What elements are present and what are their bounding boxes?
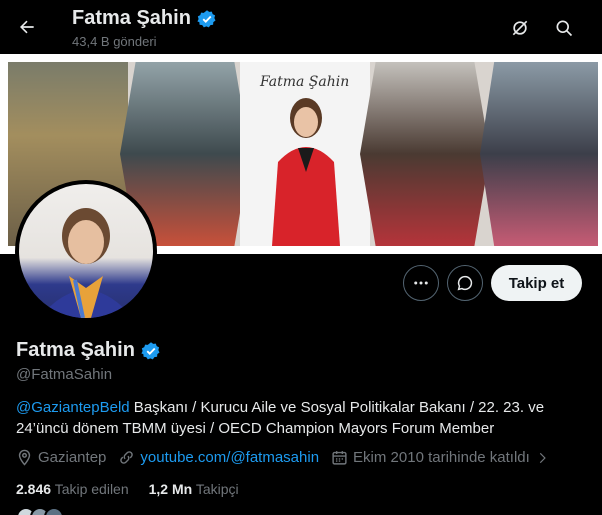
search-button[interactable] — [549, 13, 579, 43]
location-item: Gaziantep — [16, 449, 106, 466]
profile-meta: Gaziantep youtube.com/@fatmasahin Ekim 2… — [16, 449, 561, 466]
followers-stat[interactable]: 1,2 Mn Takipçi — [149, 481, 239, 497]
header-name: Fatma Şahin — [72, 7, 191, 29]
joined-item: Ekim 2010 tarihinde katıldı — [331, 449, 549, 466]
verified-badge-icon — [197, 9, 216, 27]
follow-button[interactable]: Takip et — [491, 265, 582, 301]
website-item: youtube.com/@fatmasahin — [118, 449, 319, 466]
search-icon — [556, 20, 573, 37]
link-icon — [120, 451, 134, 464]
posts-count: 43,4 B gönderi — [72, 34, 157, 49]
lock-slash-icon — [512, 20, 528, 36]
location-text: Gaziantep — [38, 449, 107, 466]
avatar-figure — [39, 208, 133, 318]
website-link[interactable]: youtube.com/@fatmasahin — [140, 449, 319, 466]
arrow-left-icon — [20, 20, 34, 34]
banner-signature: Fatma Şahin — [260, 74, 350, 90]
banner-photo-children — [480, 62, 598, 246]
joined-text: Ekim 2010 tarihinde katıldı — [353, 449, 530, 466]
profile-bio: @GaziantepBeld Başkanı / Kurucu Aile ve … — [16, 397, 576, 439]
avatar[interactable] — [15, 180, 157, 322]
profile-handle: @FatmaSahin — [16, 366, 113, 383]
following-stat[interactable]: 2.846 Takip edilen — [16, 481, 129, 497]
back-button[interactable] — [10, 10, 44, 44]
following-count: 2.846 — [16, 481, 52, 497]
mutual-followers-avatars[interactable] — [16, 507, 64, 515]
calendar-icon — [332, 451, 347, 465]
followers-label: Takipçi — [195, 481, 239, 497]
profile-name: Fatma Şahin — [16, 339, 135, 361]
message-icon — [457, 275, 473, 291]
location-pin-icon — [18, 449, 31, 466]
header-title: Fatma Şahin — [72, 7, 217, 30]
followers-count: 1,2 Mn — [148, 481, 193, 497]
bio-mention-link[interactable]: @GaziantepBeld — [16, 399, 130, 416]
more-options-button[interactable] — [403, 265, 439, 301]
following-label: Takip edilen — [54, 481, 129, 497]
ellipsis-icon — [414, 281, 428, 285]
mutual-avatar — [44, 507, 64, 515]
profile-name-row: Fatma Şahin — [16, 339, 161, 362]
portrait-figure — [272, 98, 340, 246]
avatar-photo — [19, 184, 153, 318]
profile-header: Fatma Şahin 43,4 B gönderi — [0, 0, 602, 54]
message-button[interactable] — [447, 265, 483, 301]
chevron-right-icon[interactable] — [535, 451, 549, 465]
follow-stats: 2.846 Takip edilen 1,2 Mn Takipçi — [16, 481, 239, 497]
unmute-button[interactable] — [505, 13, 535, 43]
banner-photo-hug — [360, 62, 490, 246]
verified-badge-icon[interactable] — [141, 341, 161, 361]
